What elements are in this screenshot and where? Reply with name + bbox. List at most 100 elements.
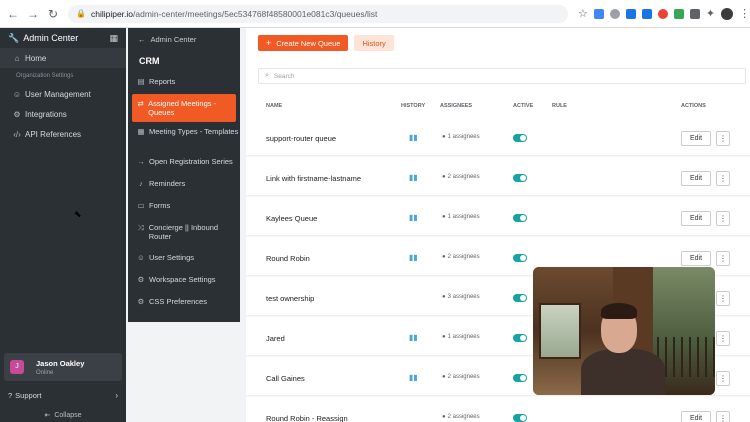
active-toggle[interactable] [513, 334, 527, 342]
create-new-queue-button[interactable]: + Create New Queue [258, 35, 349, 51]
active-toggle[interactable] [513, 294, 527, 302]
more-options-button[interactable]: ⋮ [716, 251, 730, 266]
forward-arrow-icon[interactable]: → [26, 7, 40, 21]
queue-name[interactable]: Round Robin - Reassign [266, 414, 348, 422]
extension-icon[interactable] [641, 8, 652, 19]
history-button[interactable]: History [354, 35, 394, 51]
edit-button[interactable]: Edit [681, 211, 711, 226]
more-options-button[interactable]: ⋮ [716, 411, 730, 422]
sidebar-item-api-references[interactable]: ‹/› API References [0, 124, 126, 144]
subnav-item-assigned-meetings-queues[interactable]: ⇄ Assigned Meetings - Queues [132, 94, 236, 122]
bar-chart-icon[interactable]: ▮▮ [409, 213, 418, 222]
queue-name[interactable]: support-router queue [266, 134, 336, 143]
people-icon: ● [442, 134, 446, 140]
queue-name[interactable]: Link with firstname-lastname [266, 174, 361, 183]
table-header: NAME HISTORY ASSIGNEES ACTIVE RULE ACTIO… [246, 100, 750, 112]
queue-name[interactable]: Kaylees Queue [266, 214, 317, 223]
edit-button[interactable]: Edit [681, 251, 711, 266]
collapse-button[interactable]: ⇤ Collapse [0, 408, 126, 422]
subnav-item-concierge[interactable]: ⤨ Concierge || Inbound Router [128, 218, 240, 248]
bar-chart-icon[interactable]: ▮▮ [409, 373, 418, 382]
admin-sidebar: 🔧 Admin Center ▦ ⌂ Home Organization Set… [0, 28, 126, 422]
search-input[interactable] [273, 72, 714, 80]
sidebar-item-user-management[interactable]: ☺ User Management [0, 84, 126, 104]
support-label: Support [15, 390, 42, 400]
bar-chart-icon[interactable]: ▮▮ [409, 173, 418, 182]
address-bar[interactable]: 🔒 chilipiper.io /admin-center/meetings/5… [68, 4, 568, 23]
extension-icon[interactable] [673, 8, 684, 19]
active-toggle[interactable] [513, 374, 527, 382]
subnav-item-forms[interactable]: ▭ Forms [128, 196, 240, 218]
subnav-item-label: Open Registration Series [149, 157, 233, 166]
user-card[interactable]: J Jason Oakley Online [4, 353, 122, 381]
bar-chart-icon[interactable]: ▮▮ [409, 333, 418, 342]
more-options-button[interactable]: ⋮ [716, 211, 730, 226]
sidebar-item-home[interactable]: ⌂ Home [0, 48, 126, 68]
profile-avatar[interactable] [721, 7, 734, 20]
subnav-item-label: Concierge || Inbound Router [148, 223, 219, 241]
more-options-button[interactable]: ⋮ [716, 171, 730, 186]
subnav-item-reminders[interactable]: ♪ Reminders [128, 174, 240, 196]
video-person-hair [601, 303, 637, 319]
assignees-count: ● 1 assignees [442, 214, 480, 220]
assignees-count: ● 2 assignees [442, 174, 480, 180]
queue-name[interactable]: test ownership [266, 294, 314, 303]
webcam-video-overlay [533, 267, 715, 395]
arrow-right-icon: → [137, 157, 145, 166]
extension-icon[interactable] [625, 8, 636, 19]
subnav-item-label: Reports [149, 77, 176, 86]
more-options-button[interactable]: ⋮ [716, 371, 730, 386]
subnav-item-reports[interactable]: ▤ Reports [128, 72, 240, 94]
assignees-label: 1 assignees [447, 214, 480, 220]
edit-button[interactable]: Edit [681, 131, 711, 146]
people-icon: ● [442, 334, 446, 340]
active-toggle[interactable] [513, 254, 527, 262]
wrench-icon: 🔧 [8, 32, 20, 43]
extension-icon[interactable] [657, 8, 668, 19]
sidebar-item-integrations[interactable]: ⚙ Integrations [0, 104, 126, 124]
subnav-item-label: CSS Preferences [149, 297, 207, 306]
edit-button[interactable]: Edit [681, 171, 711, 186]
extension-icon[interactable] [609, 8, 620, 19]
more-options-button[interactable]: ⋮ [716, 331, 730, 346]
subnav-item-css-preferences[interactable]: ⚙ CSS Preferences [128, 292, 240, 314]
more-options-button[interactable]: ⋮ [716, 131, 730, 146]
active-toggle[interactable] [513, 134, 527, 142]
subnav-item-open-registration[interactable]: → Open Registration Series [128, 152, 240, 174]
queue-name[interactable]: Jared [266, 334, 285, 343]
puzzle-icon[interactable]: ✦ [706, 7, 715, 20]
bookmark-star-icon[interactable]: ☆ [578, 7, 588, 20]
reload-icon[interactable]: ↻ [46, 7, 60, 21]
active-toggle[interactable] [513, 174, 527, 182]
back-arrow-icon[interactable]: ← [6, 7, 20, 21]
bar-chart-icon[interactable]: ▮▮ [409, 133, 418, 142]
people-icon: ● [442, 174, 446, 180]
help-icon: ? [8, 390, 13, 400]
queue-name[interactable]: Call Gaines [266, 374, 305, 383]
chrome-menu-icon[interactable]: ⋮ [739, 7, 750, 20]
sidebar-section-label: Organization Settings [16, 73, 74, 79]
assignees-count: ● 3 assignees [442, 294, 480, 300]
back-label: Admin Center [150, 34, 197, 44]
queue-name[interactable]: Round Robin [266, 254, 310, 263]
people-icon: ● [442, 254, 446, 260]
edit-button[interactable]: Edit [681, 411, 711, 422]
report-icon: ▤ [137, 77, 145, 86]
active-toggle[interactable] [513, 414, 527, 422]
active-toggle[interactable] [513, 214, 527, 222]
people-icon: ● [442, 294, 446, 300]
back-to-admin-link[interactable]: ← Admin Center [128, 28, 240, 50]
subnav-item-workspace-settings[interactable]: ⚙ Workspace Settings [128, 270, 240, 292]
sidebar-title: Admin Center [23, 33, 79, 43]
extension-icon[interactable] [593, 8, 604, 19]
more-options-button[interactable]: ⋮ [716, 291, 730, 306]
extension-icon[interactable] [689, 8, 700, 19]
gear-icon: ⚙ [137, 275, 145, 284]
bar-chart-icon[interactable]: ▮▮ [409, 253, 418, 262]
subnav-item-meeting-types[interactable]: ▦ Meeting Types - Templates [128, 122, 240, 152]
subnav-item-user-settings[interactable]: ☺ User Settings [128, 248, 240, 270]
grid-icon[interactable]: ▦ [109, 33, 118, 44]
support-link[interactable]: ? Support › [8, 388, 118, 402]
video-window-frame [539, 303, 581, 359]
column-header-active: ACTIVE [513, 103, 534, 109]
